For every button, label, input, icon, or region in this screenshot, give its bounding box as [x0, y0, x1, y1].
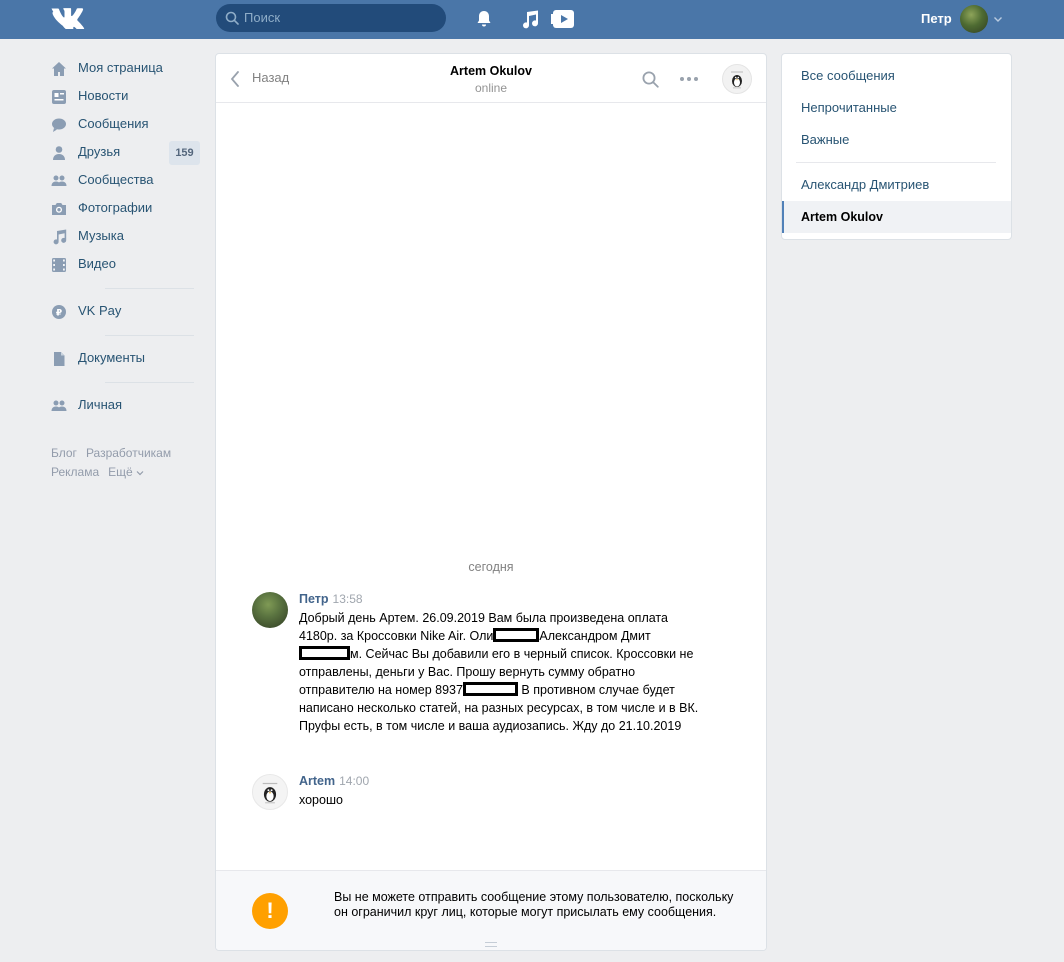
bell-icon[interactable] [473, 8, 495, 30]
search-icon [225, 11, 239, 25]
footer-link-blog[interactable]: Блог [51, 446, 77, 460]
sidebar-item-label: Новости [78, 88, 129, 103]
conversation-artem-active[interactable]: Artem Okulov [782, 201, 1011, 233]
vk-logo-icon[interactable] [51, 7, 85, 29]
sidebar-item-label: Личная [78, 397, 123, 412]
sidebar-item-photos[interactable]: Фотографии [50, 195, 200, 223]
chevron-down-icon [136, 471, 144, 476]
message-author-name: Artem [299, 774, 336, 788]
sidebar-item-music[interactable]: Музыка [50, 223, 200, 251]
sidebar-item-groups[interactable]: Сообщества [50, 167, 200, 195]
message-text: хорошо [299, 793, 343, 807]
sidebar-item-my-page[interactable]: Моя страница [50, 55, 200, 83]
sidebar-item-messages[interactable]: Сообщения [50, 111, 200, 139]
avatar[interactable] [960, 5, 988, 33]
documents-icon [54, 352, 65, 366]
sidebar-item-friends[interactable]: Друзья 159 [50, 139, 200, 167]
sidebar-item-label: Друзья [78, 144, 121, 159]
search-placeholder: Поиск [244, 10, 281, 25]
chat-header: Назад Artem Okulov online [216, 54, 766, 103]
day-separator: сегодня [468, 560, 514, 574]
warning-icon: ! [252, 893, 288, 929]
footer-link-more-label: Ещё [108, 465, 133, 479]
video-player-icon[interactable] [551, 8, 576, 30]
sidebar-item-label: Документы [78, 350, 146, 365]
panel-divider [796, 162, 996, 163]
avatar[interactable] [252, 774, 288, 810]
sidebar-item-video[interactable]: Видео [50, 251, 200, 279]
sidebar-footer-links: Блог Разработчикам Реклама Ещё [51, 444, 201, 482]
message-time: 14:00 [339, 774, 370, 788]
sidebar-divider [105, 382, 194, 383]
message-text: Добрый день Артем. 26.09.2019 Вам была п… [299, 609, 699, 735]
sidebar-divider [105, 288, 194, 289]
sidebar-item-label: VK Pay [78, 303, 122, 318]
penguin-avatar-icon [731, 71, 743, 89]
chat-panel: Назад Artem Okulov online сегодня Петр 13… [215, 53, 767, 951]
messages-icon [52, 118, 66, 132]
resize-handle[interactable] [485, 942, 497, 947]
sidebar-item-news[interactable]: Новости [50, 83, 200, 111]
penguin-avatar-icon [262, 782, 278, 804]
chevron-down-icon[interactable] [993, 14, 1003, 24]
sidebar-item-label: Музыка [78, 228, 124, 243]
top-bar: Поиск Петр [0, 0, 1064, 39]
group-icon [51, 400, 67, 411]
sidebar-item-documents[interactable]: Документы [50, 345, 200, 373]
filter-all-messages[interactable]: Все сообщения [782, 60, 1011, 92]
filter-important[interactable]: Важные [782, 124, 1011, 156]
cannot-send-notice: ! Вы не можете отправить сообщение этому… [216, 870, 766, 950]
svg-text:₽: ₽ [56, 309, 62, 319]
peer-avatar[interactable] [722, 64, 752, 94]
news-icon [52, 90, 66, 104]
top-user-name[interactable]: Петр [921, 0, 952, 39]
notice-text: Вы не можете отправить сообщение этому п… [334, 890, 734, 919]
filter-unread[interactable]: Непрочитанные [782, 92, 1011, 124]
music-icon[interactable] [519, 8, 541, 30]
sidebar-item-label: Моя страница [78, 60, 163, 75]
message-author-name: Петр [299, 592, 329, 606]
music-icon [53, 229, 67, 245]
sidebar-item-label: Фотографии [78, 200, 153, 215]
redaction-box [299, 646, 350, 660]
friends-count-badge: 159 [169, 141, 200, 165]
redaction-box [493, 628, 540, 642]
sidebar-item-vk-pay[interactable]: ₽ VK Pay [50, 298, 200, 326]
search-icon[interactable] [642, 71, 659, 88]
sidebar-item-label: Видео [78, 256, 116, 271]
video-icon [52, 258, 66, 272]
vkpay-icon: ₽ [52, 305, 66, 319]
sidebar-item-personal-group[interactable]: Личная [50, 392, 200, 420]
message-author[interactable]: Петр 13:58 [299, 592, 363, 606]
groups-icon [51, 175, 67, 186]
footer-link-more[interactable]: Ещё [108, 465, 144, 479]
footer-link-ads[interactable]: Реклама [51, 465, 99, 479]
camera-icon [52, 203, 66, 215]
conversation-aleksandr[interactable]: Александр Дмитриев [782, 169, 1011, 201]
avatar[interactable] [252, 592, 288, 628]
sidebar-item-label: Сообщества [78, 172, 154, 187]
message-text-part: Александром Дмит [539, 629, 651, 643]
sidebar-divider [105, 335, 194, 336]
more-icon[interactable] [679, 76, 699, 82]
sidebar: Моя страница Новости Сообщения Друзья 15… [50, 55, 200, 420]
friends-icon [53, 146, 65, 160]
search-input[interactable]: Поиск [216, 4, 446, 32]
conversations-filter-panel: Все сообщения Непрочитанные Важные Алекс… [781, 53, 1012, 240]
sidebar-item-label: Сообщения [78, 116, 149, 131]
message-time: 13:58 [332, 592, 363, 606]
redaction-box [462, 682, 518, 696]
peer-status: online [474, 81, 508, 95]
home-icon [52, 62, 66, 76]
message-author[interactable]: Artem 14:00 [299, 774, 369, 788]
footer-link-developers[interactable]: Разработчикам [86, 446, 171, 460]
